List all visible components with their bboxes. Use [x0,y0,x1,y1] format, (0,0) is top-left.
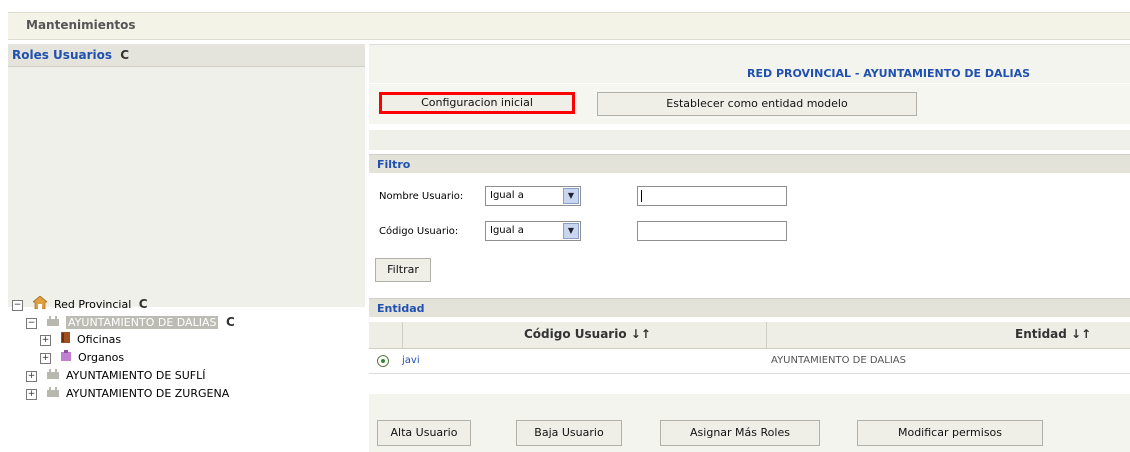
action-bar: Alta Usuario Baja Usuario Asignar Más Ro… [369,394,1130,452]
entity-header: RED PROVINCIAL - AYUNTAMIENTO DE DALIAS [369,44,1130,83]
nombre-usuario-label: Nombre Usuario: [379,191,464,202]
entidad-modelo-button[interactable]: Establecer como entidad modelo [597,92,917,116]
codigo-usuario-label: Código Usuario: [379,226,459,237]
table-row[interactable]: javi AYUNTAMIENTO DE DALIAS [369,349,1130,374]
left-panel-header: Roles Usuarios C [8,44,365,67]
separator-band [369,130,1130,150]
codigo-usuario-input[interactable] [637,221,787,241]
table-header: Código Usuario ↓↑ Entidad ↓↑ [369,322,1130,349]
refresh-icon[interactable]: C [226,314,235,330]
row-radio-selected[interactable] [377,355,389,367]
filter-title: Filtro [377,158,411,171]
left-panel-body [8,67,365,307]
entidad-title: Entidad [377,302,425,315]
collapse-icon[interactable]: − [26,317,37,329]
baja-usuario-button[interactable]: Baja Usuario [516,420,622,446]
refresh-icon[interactable]: C [120,48,129,62]
column-header-entidad[interactable]: Entidad ↓↑ [1015,327,1091,341]
cell-entidad: AYUNTAMIENTO DE DALIAS [771,355,906,366]
asignar-roles-button[interactable]: Asignar Más Roles [660,420,820,446]
entity-buttons-row: Configuracion inicial Establecer como en… [369,84,1130,124]
collapse-icon[interactable]: − [12,299,23,311]
left-panel: Roles Usuarios C − Red Provincial C − AY… [8,44,365,444]
expand-icon[interactable]: + [40,352,51,364]
nombre-operator-select[interactable]: Igual a ▼ [485,186,581,206]
cell-codigo[interactable]: javi [402,355,420,366]
chevron-down-icon[interactable]: ▼ [563,223,579,239]
tree-node-dalias[interactable]: − AYUNTAMIENTO DE DALIAS C [26,314,235,330]
top-bar: Mantenimientos [8,12,1130,40]
entity-title: RED PROVINCIAL - AYUNTAMIENTO DE DALIAS [747,67,1031,80]
building-icon [46,368,59,384]
building-icon [46,315,59,331]
filtrar-button[interactable]: Filtrar [375,258,431,282]
column-divider [402,322,403,348]
tree-node-oficinas[interactable]: + Oficinas [40,332,121,348]
tree-node-sufli[interactable]: + AYUNTAMIENTO DE SUFLÍ [26,368,206,384]
expand-icon[interactable]: + [40,334,51,346]
config-inicial-button[interactable]: Configuracion inicial [379,92,575,114]
book-icon [60,332,70,348]
text-cursor [641,190,642,202]
filter-header: Filtro [369,154,1130,173]
column-header-codigo[interactable]: Código Usuario ↓↑ [524,327,651,341]
left-panel-title-text: Roles Usuarios [12,48,113,62]
nombre-usuario-input[interactable] [637,186,787,206]
select-value: Igual a [490,225,524,236]
tree-node-label: AYUNTAMIENTO DE DALIAS [66,316,219,329]
tree-node-organos[interactable]: + Organos [40,350,124,366]
page-title: Mantenimientos [26,18,136,32]
codigo-operator-select[interactable]: Igual a ▼ [485,221,581,241]
select-value: Igual a [490,190,524,201]
column-divider [766,322,767,348]
building-icon [46,386,59,402]
org-icon [60,350,71,366]
left-panel-title: Roles Usuarios C [12,48,129,62]
tree-node-label: AYUNTAMIENTO DE ZURGENA [66,387,230,400]
tree-node-zurgena[interactable]: + AYUNTAMIENTO DE ZURGENA [26,386,229,402]
tree-node-label: AYUNTAMIENTO DE SUFLÍ [66,369,206,382]
house-icon [31,295,48,314]
chevron-down-icon[interactable]: ▼ [563,188,579,204]
refresh-icon[interactable]: C [139,296,148,312]
alta-usuario-button[interactable]: Alta Usuario [377,420,471,446]
tree-node-red-provincial[interactable]: − Red Provincial C [12,295,148,314]
expand-icon[interactable]: + [26,370,37,382]
tree-node-label: Oficinas [77,333,122,346]
modificar-permisos-button[interactable]: Modificar permisos [857,420,1043,446]
main-panel: RED PROVINCIAL - AYUNTAMIENTO DE DALIAS … [369,44,1130,452]
tree-node-label: Organos [78,351,125,364]
expand-icon[interactable]: + [26,388,37,400]
tree-node-label: Red Provincial [54,298,132,311]
entidad-header: Entidad [369,298,1130,317]
